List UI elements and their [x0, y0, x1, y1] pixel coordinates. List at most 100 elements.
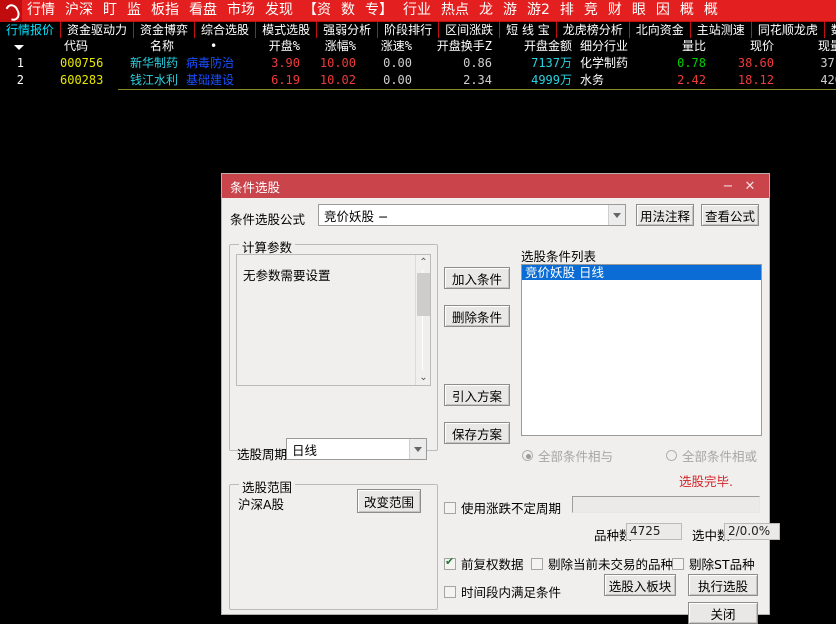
formula-combo[interactable]: 竞价妖股 −: [318, 204, 626, 226]
table-bottom-divider: [118, 89, 836, 90]
menu-item-16[interactable]: 排: [555, 0, 579, 21]
checkbox-exclude-untraded-label: 剔除当前未交易的品种: [548, 557, 674, 572]
tab-duanxianbao[interactable]: 短 线 宝: [500, 22, 557, 38]
tab-zongheXuangu[interactable]: 综合选股: [195, 22, 257, 38]
tab-zijinboyi[interactable]: 资金博弈: [134, 22, 196, 38]
tab-tonghuashunlonghu[interactable]: 同花顺龙虎: [752, 22, 825, 38]
cell-open-turnover: 0.86: [463, 56, 492, 70]
scrollbar-thumb[interactable]: [417, 273, 430, 316]
menu-item-10[interactable]: 专】: [360, 0, 398, 21]
table-row[interactable]: 2 600283 钱江水利 基础建设 6.19 10.02 0.00 2.34 …: [0, 72, 836, 89]
cell-speed-pct: 0.00: [383, 56, 412, 70]
change-scope-button[interactable]: 改变范围: [357, 489, 421, 513]
close-button[interactable]: 关闭: [688, 602, 758, 624]
menu-item-9[interactable]: 数: [336, 0, 360, 21]
col-header-open-pct[interactable]: 开盘%: [248, 39, 300, 54]
tab-jieduanpaihang[interactable]: 阶段排行: [378, 22, 440, 38]
minimize-icon[interactable]: −: [717, 179, 739, 194]
close-icon[interactable]: ✕: [739, 179, 761, 194]
scroll-up-icon[interactable]: ⌃: [416, 255, 431, 270]
menu-item-20[interactable]: 因: [651, 0, 675, 21]
menu-item-22[interactable]: 概: [699, 0, 723, 21]
add-to-sector-button[interactable]: 选股入板块: [604, 574, 676, 596]
menu-item-7[interactable]: 发现: [260, 0, 298, 21]
import-scheme-button[interactable]: 引入方案: [444, 384, 510, 406]
row-index: 2: [16, 73, 24, 87]
menu-item-17[interactable]: 竞: [579, 0, 603, 21]
checkbox-box-icon: [531, 557, 543, 570]
col-header-price[interactable]: 现价: [714, 39, 774, 54]
col-header-open-amount[interactable]: 开盘金额: [496, 39, 572, 54]
calc-params-scrollbar[interactable]: ⌃ ⌄: [415, 255, 430, 385]
tab-longhubangfenxi[interactable]: 龙虎榜分析: [557, 22, 630, 38]
cell-price: 18.12: [737, 73, 774, 87]
tab-moshixuangu[interactable]: 模式选股: [256, 22, 318, 38]
quote-table: 代码 名称 • 开盘% 涨幅% 涨速% 开盘换手Z 开盘金额 细分行业 量比 现…: [0, 38, 836, 90]
condition-listbox[interactable]: 竞价妖股 日线: [521, 264, 762, 436]
use-period-field[interactable]: [572, 496, 760, 513]
cell-concept: 基础建设: [186, 73, 235, 87]
chevron-down-icon[interactable]: [409, 439, 426, 459]
menu-item-13[interactable]: 龙: [474, 0, 498, 21]
radio-dot-icon: [666, 450, 677, 461]
menu-item-1[interactable]: 沪深: [60, 0, 98, 21]
period-combo[interactable]: 日线: [286, 438, 427, 460]
tab-shuju[interactable]: 数据: [825, 22, 836, 38]
list-item[interactable]: 竞价妖股 日线: [522, 265, 761, 280]
menu-item-14[interactable]: 游: [498, 0, 522, 21]
col-header-industry[interactable]: 细分行业: [580, 39, 628, 54]
chevron-down-icon[interactable]: [608, 205, 625, 225]
use-period-checkbox[interactable]: 使用涨跌不定周期: [444, 498, 561, 517]
cell-open-pct: 6.19: [271, 73, 300, 87]
tab-qiangruofenxi[interactable]: 强弱分析: [317, 22, 379, 38]
scroll-down-icon[interactable]: ⌄: [416, 370, 431, 385]
col-header-code[interactable]: 代码: [64, 39, 88, 54]
menu-item-6[interactable]: 市场: [222, 0, 260, 21]
radio-all-and[interactable]: 全部条件相与: [522, 446, 613, 465]
col-header-open-turnover[interactable]: 开盘换手Z: [416, 39, 492, 54]
total-count-value: 4725: [626, 523, 682, 540]
col-header-concept[interactable]: •: [210, 39, 217, 54]
menu-item-11[interactable]: 行业: [398, 0, 436, 21]
sort-arrow-icon[interactable]: [14, 45, 24, 50]
checkbox-exclude-st[interactable]: 剔除ST品种: [672, 554, 755, 573]
tab-hangqingbaojia[interactable]: 行情报价: [0, 22, 62, 38]
menu-item-12[interactable]: 热点: [436, 0, 474, 21]
cell-change-pct: 10.00: [319, 56, 356, 70]
menu-item-19[interactable]: 眼: [627, 0, 651, 21]
menu-item-3[interactable]: 监: [122, 0, 146, 21]
menu-item-5[interactable]: 看盘: [184, 0, 222, 21]
menu-item-0[interactable]: 行情: [22, 0, 60, 21]
tab-beixiangzijin[interactable]: 北向资金: [630, 22, 691, 38]
checkbox-satisfy-in-period[interactable]: 时间段内满足条件: [444, 582, 561, 601]
cell-price: 38.60: [737, 56, 774, 70]
radio-all-and-label: 全部条件相与: [538, 449, 614, 464]
col-header-speed-pct[interactable]: 涨速%: [360, 39, 412, 54]
table-row[interactable]: 1 000756 新华制药 病毒防治 3.90 10.00 0.00 0.86 …: [0, 55, 836, 72]
execute-screening-button[interactable]: 执行选股: [688, 574, 758, 596]
col-header-cur-volume[interactable]: 现量: [782, 39, 836, 54]
menu-item-18[interactable]: 财: [603, 0, 627, 21]
col-header-volume-ratio[interactable]: 量比: [646, 39, 706, 54]
dialog-title-bar[interactable]: 条件选股 − ✕: [222, 174, 769, 198]
menu-item-4[interactable]: 板指: [146, 0, 184, 21]
delete-condition-button[interactable]: 删除条件: [444, 305, 510, 327]
tab-qujianzhangdie[interactable]: 区间涨跌: [439, 22, 501, 38]
tab-zijinqudongli[interactable]: 资金驱动力: [61, 22, 135, 38]
save-scheme-button[interactable]: 保存方案: [444, 422, 510, 444]
menu-item-8[interactable]: 【资: [298, 0, 336, 21]
menu-item-21[interactable]: 概: [675, 0, 699, 21]
radio-all-or[interactable]: 全部条件相或: [666, 446, 757, 465]
view-formula-button[interactable]: 查看公式: [701, 204, 759, 226]
col-header-name[interactable]: 名称: [150, 39, 174, 54]
col-header-change-pct[interactable]: 涨幅%: [304, 39, 356, 54]
menu-item-15[interactable]: 游2: [522, 0, 555, 21]
checkbox-forward-adjusted[interactable]: 前复权数据: [444, 554, 524, 573]
usage-note-button[interactable]: 用法注释: [636, 204, 694, 226]
cell-speed-pct: 0.00: [383, 73, 412, 87]
dialog-body: 条件选股公式 竞价妖股 − 用法注释 查看公式 计算参数 无参数需要设置 ⌃ ⌄…: [222, 198, 780, 624]
checkbox-exclude-untraded[interactable]: 剔除当前未交易的品种: [531, 554, 673, 573]
add-condition-button[interactable]: 加入条件: [444, 267, 510, 289]
tab-zhuzhanceshu[interactable]: 主站测速: [691, 22, 752, 38]
menu-item-2[interactable]: 盯: [98, 0, 122, 21]
